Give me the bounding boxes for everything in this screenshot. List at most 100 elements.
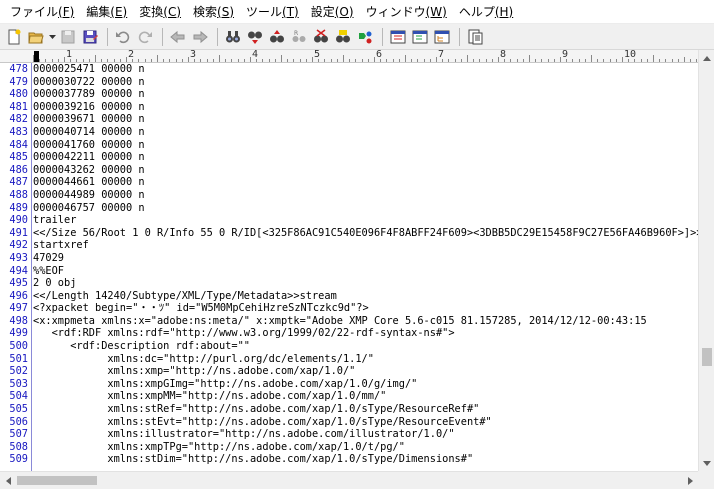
compare-button[interactable] [388, 27, 408, 47]
ruler-tick [82, 59, 84, 62]
toolbar-separator [162, 27, 163, 46]
menu-file[interactable]: ファイル(F) [4, 2, 80, 22]
ruler-tick [175, 59, 177, 62]
clear-highlight-button[interactable] [311, 27, 331, 47]
save-button[interactable] [58, 27, 78, 47]
outline-button[interactable] [432, 27, 452, 47]
menu-settings[interactable]: 設定(O) [305, 2, 360, 22]
ruler-tick [268, 59, 270, 62]
ruler-tick [336, 59, 338, 62]
jump-forward-button[interactable] [190, 27, 210, 47]
find-prev-button[interactable] [267, 27, 287, 47]
menu-search[interactable]: 検索(S) [187, 2, 240, 22]
highlight-button[interactable] [333, 27, 353, 47]
line-number: 482 [9, 113, 28, 126]
replace-button[interactable]: R [289, 27, 309, 47]
line-number: 483 [9, 125, 28, 138]
document-view-icon [468, 29, 483, 44]
ruler-tick [665, 59, 667, 62]
line-number: 485 [9, 151, 28, 164]
window-compare-icon [390, 30, 406, 43]
menu-tools[interactable]: ツール(T) [240, 2, 305, 22]
scroll-right-button[interactable] [682, 472, 698, 489]
line-text: 0000040714 00000 n [33, 125, 145, 138]
vertical-scroll-thumb[interactable] [702, 348, 712, 366]
ruler-tick [597, 59, 599, 62]
horizontal-scrollbar[interactable] [0, 471, 698, 489]
ruler-gutter [0, 50, 33, 62]
editor-line: 508 xmlns:xmpTPg="http://ns.adobe.com/xa… [0, 441, 698, 454]
editor-line: 485 0000042211 00000 n [0, 151, 698, 164]
ruler-tick [535, 59, 537, 62]
find-button[interactable] [223, 27, 243, 47]
ruler-tick [454, 59, 456, 62]
line-text: xmlns:dc="http://purl.org/dc/elements/1.… [33, 352, 374, 365]
chevron-up-icon [703, 55, 711, 61]
ruler-tick [305, 59, 307, 62]
replace-icon: R [292, 30, 306, 42]
menu-edit[interactable]: 編集(E) [80, 2, 133, 22]
save-as-button[interactable] [80, 27, 100, 47]
ruler-tick [76, 59, 78, 62]
redo-button[interactable] [135, 27, 155, 47]
editor-line: 490 trailer [0, 214, 698, 227]
line-text: <?xpacket begin="・・ﾂ" id="W5M0MpCehiHzre… [33, 302, 369, 315]
line-number: 507 [9, 428, 28, 441]
toolbar-separator [459, 27, 460, 46]
scroll-down-button[interactable] [699, 455, 714, 471]
line-text: 0000041760 00000 n [33, 138, 145, 151]
ruler-tick [529, 55, 530, 62]
menu-search-label: 検索 [193, 4, 218, 19]
ruler-tick [219, 55, 220, 62]
menu-window[interactable]: ウィンドウ(W) [360, 2, 453, 22]
scroll-left-button[interactable] [0, 472, 16, 489]
ruler-tick [491, 59, 493, 62]
line-number: 492 [9, 239, 28, 252]
text-editor[interactable]: 478 0000025471 00000 n 479 0000030722 00000… [0, 63, 698, 471]
line-number: 495 [9, 277, 28, 290]
find-next-button[interactable] [245, 27, 265, 47]
toolbar-separator [382, 27, 383, 46]
menu-convert[interactable]: 変換(C) [133, 2, 187, 22]
line-text: <rdf:RDF xmlns:rdf="http://www.w3.org/19… [33, 327, 455, 340]
line-number: 497 [9, 302, 28, 315]
vertical-scrollbar[interactable] [698, 50, 714, 471]
ruler-tick [659, 59, 661, 62]
line-number: 509 [9, 453, 28, 466]
menu-file-label: ファイル [10, 4, 59, 19]
ruler-tick [88, 59, 90, 62]
menu-window-accelerator: (W) [425, 4, 447, 19]
open-folder-icon [28, 32, 44, 43]
ruler-tick [684, 57, 685, 62]
line-number: 496 [9, 289, 28, 302]
ruler-tick [51, 59, 53, 62]
editor-line: 487 0000044661 00000 n [0, 176, 698, 189]
line-number: 503 [9, 377, 28, 390]
menu-help-label: ヘルプ [458, 4, 495, 19]
undo-button[interactable] [113, 27, 133, 47]
ruler-tick [107, 59, 109, 62]
ruler-tick [361, 59, 363, 62]
editor-line: 479 0000030722 00000 n [0, 76, 698, 89]
print-preview-button[interactable] [465, 27, 485, 47]
editor-line: 478 0000025471 00000 n [0, 63, 698, 76]
scroll-up-button[interactable] [699, 50, 714, 66]
new-file-button[interactable] [4, 27, 24, 47]
ruler-tick [653, 55, 654, 62]
ruler-tick [467, 55, 468, 62]
toolbar-separator [217, 27, 218, 46]
line-text: xmlns:stEvt="http://ns.adobe.com/xap/1.0… [33, 415, 492, 428]
chevron-down-icon [703, 460, 711, 466]
menu-help[interactable]: ヘルプ(H) [453, 2, 519, 22]
ruler-tick [603, 59, 605, 62]
jump-back-button[interactable] [168, 27, 188, 47]
tag-jump-button[interactable] [410, 27, 430, 47]
ruler-tick [95, 55, 96, 62]
line-number: 489 [9, 201, 28, 214]
open-dropdown-button[interactable] [48, 27, 56, 47]
horizontal-scroll-thumb[interactable] [17, 476, 97, 485]
undo-icon [116, 31, 130, 43]
open-file-button[interactable] [26, 27, 46, 47]
grep-button[interactable] [355, 27, 375, 47]
editor-line: 481 0000039216 00000 n [0, 101, 698, 114]
